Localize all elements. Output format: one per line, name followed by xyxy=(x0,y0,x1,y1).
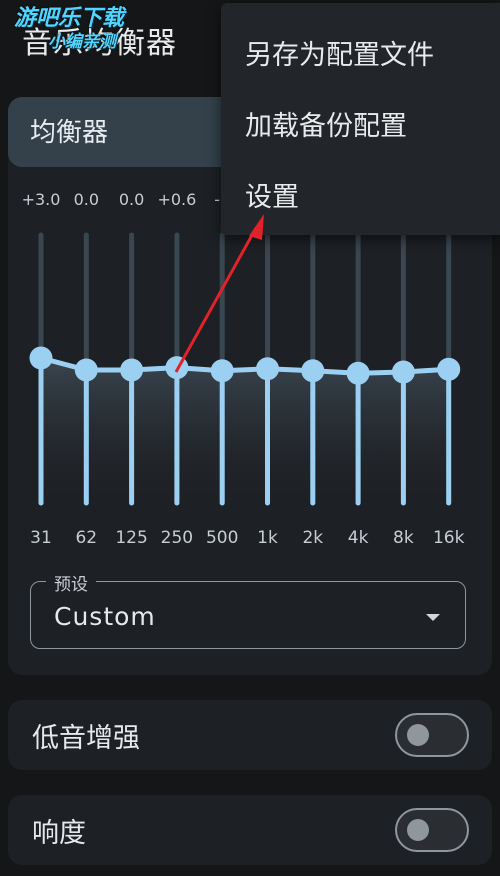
toggle-knob xyxy=(407,819,429,841)
frequency-label: 4k xyxy=(347,528,369,548)
loudness-label: 响度 xyxy=(32,818,86,849)
eq-slider-thumb[interactable] xyxy=(346,361,370,385)
eq-slider-thumb[interactable] xyxy=(256,357,279,381)
bass-boost-row: 低音增强 xyxy=(8,700,492,770)
eq-slider-thumb[interactable] xyxy=(210,359,234,383)
eq-slider-thumb[interactable] xyxy=(29,346,53,370)
frequency-label: 2k xyxy=(302,528,324,548)
eq-curve-fill xyxy=(41,358,449,503)
eq-slider-thumb[interactable] xyxy=(165,356,189,380)
frequency-label: 16k xyxy=(432,528,465,548)
eq-slider-thumb[interactable] xyxy=(120,358,144,382)
loudness-row: 响度 xyxy=(8,795,492,865)
overflow-menu: 另存为配置文件 加载备份配置 设置 xyxy=(221,3,500,235)
frequency-label: 8k xyxy=(393,528,414,548)
bass-boost-label: 低音增强 xyxy=(32,723,140,754)
eq-slider-thumb[interactable] xyxy=(391,360,415,384)
frequency-label: 31 xyxy=(30,528,52,548)
eq-slider-thumb[interactable] xyxy=(301,359,325,383)
eq-curve-line xyxy=(40,355,449,376)
loudness-toggle[interactable] xyxy=(395,808,469,852)
preset-value: Custom xyxy=(54,602,156,631)
menu-item-save-profile[interactable]: 另存为配置文件 xyxy=(245,33,434,72)
frequency-label: 1k xyxy=(257,528,278,548)
frequency-label: 500 xyxy=(205,528,239,548)
toggle-knob xyxy=(407,724,429,746)
eq-slider-thumb[interactable] xyxy=(437,357,461,381)
bass-boost-toggle[interactable] xyxy=(395,713,469,757)
frequency-label: 125 xyxy=(115,528,148,548)
frequency-label: 250 xyxy=(160,528,194,548)
menu-item-settings[interactable]: 设置 xyxy=(245,175,299,214)
eq-slider-thumb[interactable] xyxy=(74,358,98,382)
chevron-down-icon[interactable] xyxy=(426,614,440,621)
frequency-label: 62 xyxy=(75,528,98,548)
menu-item-load-backup[interactable]: 加载备份配置 xyxy=(245,104,407,143)
preset-label: 预设 xyxy=(46,570,96,595)
